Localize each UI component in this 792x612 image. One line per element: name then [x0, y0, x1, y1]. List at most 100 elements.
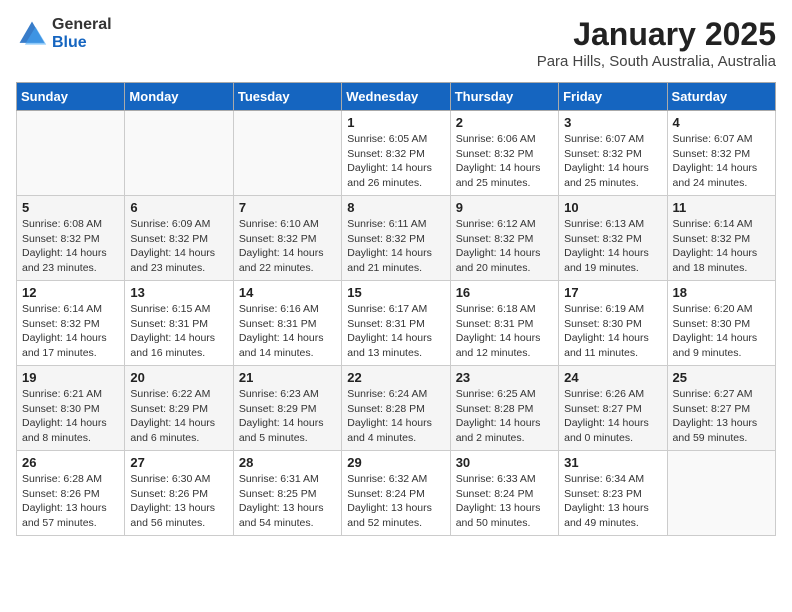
day-number: 30: [456, 455, 553, 470]
day-info: Sunrise: 6:12 AM Sunset: 8:32 PM Dayligh…: [456, 217, 553, 276]
day-number: 29: [347, 455, 444, 470]
calendar-week-row: 5 Sunrise: 6:08 AM Sunset: 8:32 PM Daylig…: [17, 196, 776, 281]
calendar-cell: 23 Sunrise: 6:25 AM Sunset: 8:28 PM Dayli…: [450, 366, 558, 451]
logo-blue: Blue: [52, 34, 112, 52]
calendar-cell: 31 Sunrise: 6:34 AM Sunset: 8:23 PM Dayli…: [559, 451, 667, 536]
calendar-cell: [667, 451, 775, 536]
title-block: January 2025 Para Hills, South Australia…: [537, 16, 776, 70]
day-number: 22: [347, 370, 444, 385]
calendar-cell: 19Sunrise: 6:21 AM Sunset: 8:30 PM Dayli…: [17, 366, 125, 451]
day-info: Sunrise: 6:07 AM Sunset: 8:32 PM Dayligh…: [564, 132, 661, 191]
calendar-cell: 30 Sunrise: 6:33 AM Sunset: 8:24 PM Dayli…: [450, 451, 558, 536]
day-info: Sunrise: 6:28 AM Sunset: 8:26 PM Dayligh…: [22, 472, 119, 531]
day-info: Sunrise: 6:16 AM Sunset: 8:31 PM Dayligh…: [239, 302, 336, 361]
day-info: Sunrise: 6:18 AM Sunset: 8:31 PM Dayligh…: [456, 302, 553, 361]
calendar-cell: 26Sunrise: 6:28 AM Sunset: 8:26 PM Dayli…: [17, 451, 125, 536]
calendar-week-row: 19Sunrise: 6:21 AM Sunset: 8:30 PM Dayli…: [17, 366, 776, 451]
calendar-cell: 1 Sunrise: 6:05 AM Sunset: 8:32 PM Daylig…: [342, 111, 450, 196]
calendar-cell: 18 Sunrise: 6:20 AM Sunset: 8:30 PM Dayli…: [667, 281, 775, 366]
page-header: General Blue January 2025 Para Hills, So…: [16, 16, 776, 70]
day-number: 24: [564, 370, 661, 385]
day-info: Sunrise: 6:32 AM Sunset: 8:24 PM Dayligh…: [347, 472, 444, 531]
day-info: Sunrise: 6:26 AM Sunset: 8:27 PM Dayligh…: [564, 387, 661, 446]
calendar-cell: 6Sunrise: 6:09 AM Sunset: 8:32 PM Daylig…: [125, 196, 233, 281]
day-number: 9: [456, 200, 553, 215]
calendar-cell: 15Sunrise: 6:17 AM Sunset: 8:31 PM Dayli…: [342, 281, 450, 366]
day-number: 19: [22, 370, 119, 385]
calendar-cell: 16 Sunrise: 6:18 AM Sunset: 8:31 PM Dayli…: [450, 281, 558, 366]
calendar-cell: 27Sunrise: 6:30 AM Sunset: 8:26 PM Dayli…: [125, 451, 233, 536]
calendar-cell: 21 Sunrise: 6:23 AM Sunset: 8:29 PM Dayli…: [233, 366, 341, 451]
calendar-cell: 8Sunrise: 6:11 AM Sunset: 8:32 PM Daylig…: [342, 196, 450, 281]
day-number: 25: [673, 370, 770, 385]
day-number: 14: [239, 285, 336, 300]
day-number: 5: [22, 200, 119, 215]
logo-text: General Blue: [52, 16, 112, 51]
day-info: Sunrise: 6:13 AM Sunset: 8:32 PM Dayligh…: [564, 217, 661, 276]
day-number: 31: [564, 455, 661, 470]
day-info: Sunrise: 6:08 AM Sunset: 8:32 PM Dayligh…: [22, 217, 119, 276]
day-number: 10: [564, 200, 661, 215]
day-header-saturday: Saturday: [667, 83, 775, 111]
calendar-header-row: SundayMondayTuesdayWednesdayThursdayFrid…: [17, 83, 776, 111]
day-info: Sunrise: 6:19 AM Sunset: 8:30 PM Dayligh…: [564, 302, 661, 361]
day-info: Sunrise: 6:05 AM Sunset: 8:32 PM Dayligh…: [347, 132, 444, 191]
calendar-cell: 13 Sunrise: 6:15 AM Sunset: 8:31 PM Dayli…: [125, 281, 233, 366]
day-number: 8: [347, 200, 444, 215]
calendar-week-row: 1 Sunrise: 6:05 AM Sunset: 8:32 PM Daylig…: [17, 111, 776, 196]
day-number: 18: [673, 285, 770, 300]
day-info: Sunrise: 6:31 AM Sunset: 8:25 PM Dayligh…: [239, 472, 336, 531]
day-header-wednesday: Wednesday: [342, 83, 450, 111]
day-number: 11: [673, 200, 770, 215]
logo-general: General: [52, 16, 112, 34]
day-info: Sunrise: 6:20 AM Sunset: 8:30 PM Dayligh…: [673, 302, 770, 361]
day-info: Sunrise: 6:34 AM Sunset: 8:23 PM Dayligh…: [564, 472, 661, 531]
location-subtitle: Para Hills, South Australia, Australia: [537, 53, 776, 70]
day-number: 13: [130, 285, 227, 300]
calendar-cell: 4 Sunrise: 6:07 AM Sunset: 8:32 PM Daylig…: [667, 111, 775, 196]
day-header-sunday: Sunday: [17, 83, 125, 111]
calendar-cell: 25 Sunrise: 6:27 AM Sunset: 8:27 PM Dayli…: [667, 366, 775, 451]
day-number: 2: [456, 115, 553, 130]
day-number: 4: [673, 115, 770, 130]
calendar-cell: [125, 111, 233, 196]
day-number: 20: [130, 370, 227, 385]
day-info: Sunrise: 6:06 AM Sunset: 8:32 PM Dayligh…: [456, 132, 553, 191]
day-number: 28: [239, 455, 336, 470]
day-header-thursday: Thursday: [450, 83, 558, 111]
calendar-cell: [17, 111, 125, 196]
day-header-tuesday: Tuesday: [233, 83, 341, 111]
day-info: Sunrise: 6:22 AM Sunset: 8:29 PM Dayligh…: [130, 387, 227, 446]
day-info: Sunrise: 6:15 AM Sunset: 8:31 PM Dayligh…: [130, 302, 227, 361]
calendar-cell: 9 Sunrise: 6:12 AM Sunset: 8:32 PM Daylig…: [450, 196, 558, 281]
calendar-cell: 5 Sunrise: 6:08 AM Sunset: 8:32 PM Daylig…: [17, 196, 125, 281]
day-info: Sunrise: 6:10 AM Sunset: 8:32 PM Dayligh…: [239, 217, 336, 276]
day-number: 7: [239, 200, 336, 215]
day-info: Sunrise: 6:09 AM Sunset: 8:32 PM Dayligh…: [130, 217, 227, 276]
day-number: 21: [239, 370, 336, 385]
calendar-cell: 2 Sunrise: 6:06 AM Sunset: 8:32 PM Daylig…: [450, 111, 558, 196]
calendar-cell: 17 Sunrise: 6:19 AM Sunset: 8:30 PM Dayli…: [559, 281, 667, 366]
calendar-week-row: 26Sunrise: 6:28 AM Sunset: 8:26 PM Dayli…: [17, 451, 776, 536]
day-info: Sunrise: 6:07 AM Sunset: 8:32 PM Dayligh…: [673, 132, 770, 191]
month-title: January 2025: [537, 16, 776, 53]
day-info: Sunrise: 6:25 AM Sunset: 8:28 PM Dayligh…: [456, 387, 553, 446]
calendar-cell: 14 Sunrise: 6:16 AM Sunset: 8:31 PM Dayli…: [233, 281, 341, 366]
day-info: Sunrise: 6:33 AM Sunset: 8:24 PM Dayligh…: [456, 472, 553, 531]
day-number: 15: [347, 285, 444, 300]
day-header-monday: Monday: [125, 83, 233, 111]
day-number: 1: [347, 115, 444, 130]
day-number: 16: [456, 285, 553, 300]
calendar-cell: 28 Sunrise: 6:31 AM Sunset: 8:25 PM Dayli…: [233, 451, 341, 536]
calendar-cell: 22Sunrise: 6:24 AM Sunset: 8:28 PM Dayli…: [342, 366, 450, 451]
day-number: 23: [456, 370, 553, 385]
logo: General Blue: [16, 16, 112, 51]
day-info: Sunrise: 6:23 AM Sunset: 8:29 PM Dayligh…: [239, 387, 336, 446]
calendar-cell: 11Sunrise: 6:14 AM Sunset: 8:32 PM Dayli…: [667, 196, 775, 281]
calendar-cell: 12Sunrise: 6:14 AM Sunset: 8:32 PM Dayli…: [17, 281, 125, 366]
day-info: Sunrise: 6:27 AM Sunset: 8:27 PM Dayligh…: [673, 387, 770, 446]
day-number: 27: [130, 455, 227, 470]
day-number: 17: [564, 285, 661, 300]
day-header-friday: Friday: [559, 83, 667, 111]
calendar-cell: [233, 111, 341, 196]
